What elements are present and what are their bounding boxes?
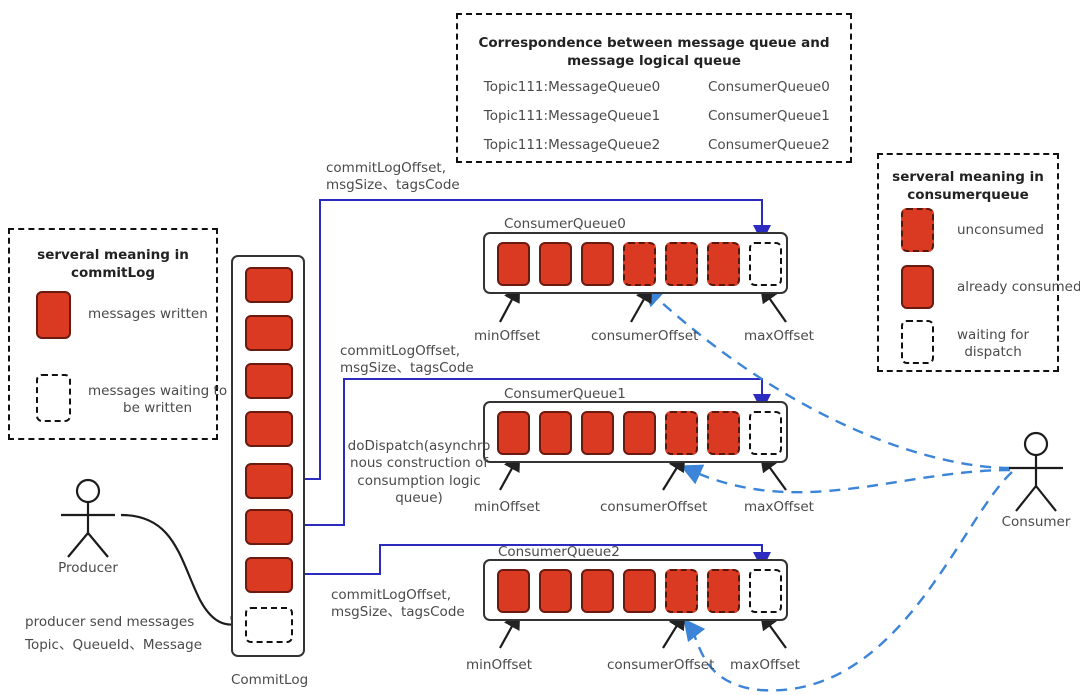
- cq1-slot: [539, 411, 572, 455]
- commitlog-container: [231, 255, 305, 657]
- consumerqueue-legend-panel: serveral meaning in consumerqueue uncons…: [877, 153, 1080, 372]
- consumerqueue-legend-label-2: waiting for dispatch: [957, 327, 1030, 360]
- consumerqueue-1-title: ConsumerQueue1: [504, 386, 626, 402]
- cq0-slot: [707, 242, 740, 286]
- cq2-slot: [539, 569, 572, 613]
- cq0-consumeroffset-label: consumerOffset: [591, 328, 699, 344]
- consumer-label: Consumer: [1001, 514, 1071, 530]
- cq0-slot: [581, 242, 614, 286]
- consumerqueue-1: [483, 401, 788, 463]
- consumerqueue-legend-label-0: unconsumed: [957, 222, 1044, 238]
- diagram-canvas: Correspondence between message queue and…: [0, 0, 1080, 695]
- cq2-slot: [581, 569, 614, 613]
- maxoffset-arrow-cq2: [759, 611, 787, 649]
- producer-note-line2: Topic、QueueId、Message: [25, 637, 203, 653]
- cq0-slot: [665, 242, 698, 286]
- commitlog-slot: [245, 509, 293, 545]
- cq2-slot-waiting: [749, 569, 782, 613]
- cq2-slot: [707, 569, 740, 613]
- correspondence-right-0: ConsumerQueue0: [708, 79, 830, 95]
- correspondence-panel: Correspondence between message queue and…: [456, 13, 852, 163]
- commitlog-label: CommitLog: [231, 672, 309, 688]
- dispatch-label-bottom: commitLogOffset, msgSize、tagsCode: [331, 587, 465, 621]
- commitlog-slot: [245, 315, 293, 351]
- dispatch-label-top: commitLogOffset, msgSize、tagsCode: [326, 160, 460, 194]
- commitlog-slot: [245, 363, 293, 399]
- cq0-slot: [539, 242, 572, 286]
- producer-label: Producer: [58, 560, 118, 576]
- cq2-slot: [665, 569, 698, 613]
- correspondence-title: Correspondence between message queue and…: [478, 35, 830, 69]
- correspondence-left-2: Topic111:MessageQueue2: [483, 137, 661, 153]
- minoffset-arrow-cq1: [499, 453, 521, 491]
- commitlog-slot: [245, 463, 293, 499]
- cq1-consumeroffset-label: consumerOffset: [600, 499, 708, 515]
- cq2-maxoffset-label: maxOffset: [730, 657, 800, 673]
- consumer-figure: [1009, 431, 1063, 512]
- commitlog-legend-label-0: messages written: [88, 306, 208, 322]
- legend-swatch-messages-waiting: [36, 374, 71, 422]
- dispatch-label-middle: commitLogOffset, msgSize、tagsCode: [340, 343, 474, 377]
- correspondence-right-2: ConsumerQueue2: [708, 137, 830, 153]
- consumeroffset-arrow-cq1: [662, 453, 686, 491]
- legend-swatch-messages-written: [36, 291, 71, 339]
- legend-swatch-unconsumed: [901, 208, 934, 252]
- commitlog-legend-title: serveral meaning in commitLog: [37, 247, 189, 281]
- minoffset-arrow-cq0: [499, 284, 521, 323]
- consumerqueue-0-title: ConsumerQueue0: [504, 216, 626, 232]
- consumerqueue-2-title: ConsumerQueue2: [498, 544, 620, 560]
- consumerqueue-legend-label-1: already consumed: [957, 279, 1080, 295]
- consumerqueue-legend-title: serveral meaning in consumerqueue: [892, 169, 1044, 203]
- consumeroffset-arrow-cq2: [662, 611, 686, 649]
- legend-swatch-waiting-dispatch: [901, 320, 934, 364]
- cq1-slot-waiting: [749, 411, 782, 455]
- producer-figure: [61, 478, 115, 558]
- correspondence-left-1: Topic111:MessageQueue1: [483, 108, 661, 124]
- commitlog-legend-label-1: messages waiting to be written: [88, 383, 228, 416]
- cq1-slot: [497, 411, 530, 455]
- cq0-slot: [497, 242, 530, 286]
- cq0-maxoffset-label: maxOffset: [744, 328, 814, 344]
- cq2-consumeroffset-label: consumerOffset: [607, 657, 715, 673]
- cq2-slot: [497, 569, 530, 613]
- cq0-slot: [623, 242, 656, 286]
- dodispatch-label: doDispatch(asynchro nous construction of…: [347, 438, 491, 506]
- cq1-slot: [581, 411, 614, 455]
- commitlog-slot: [245, 557, 293, 593]
- producer-note-line1: producer send messages: [25, 614, 195, 630]
- cq1-slot: [623, 411, 656, 455]
- maxoffset-arrow-cq1: [759, 453, 787, 491]
- cq1-maxoffset-label: maxOffset: [744, 499, 814, 515]
- cq2-minoffset-label: minOffset: [466, 657, 533, 673]
- consumer-pull-cq1: [680, 464, 1011, 494]
- commitlog-legend-panel: serveral meaning in commitLog messages w…: [8, 228, 227, 440]
- consumerqueue-0: [483, 232, 788, 294]
- commitlog-slot-waiting: [245, 607, 293, 643]
- commitlog-slot: [245, 411, 293, 447]
- correspondence-left-0: Topic111:MessageQueue0: [483, 79, 661, 95]
- maxoffset-arrow-cq0: [759, 284, 787, 323]
- cq1-slot: [665, 411, 698, 455]
- legend-swatch-already-consumed: [901, 265, 934, 309]
- minoffset-arrow-cq2: [499, 611, 521, 649]
- cq0-minoffset-label: minOffset: [474, 328, 541, 344]
- commitlog-slot: [245, 267, 293, 303]
- cq1-slot: [707, 411, 740, 455]
- cq0-slot-waiting: [749, 242, 782, 286]
- correspondence-right-1: ConsumerQueue1: [708, 108, 830, 124]
- consumeroffset-arrow-cq0: [630, 284, 653, 323]
- consumerqueue-2: [483, 559, 788, 621]
- producer-to-commitlog-arrow: [120, 513, 249, 634]
- cq2-slot: [623, 569, 656, 613]
